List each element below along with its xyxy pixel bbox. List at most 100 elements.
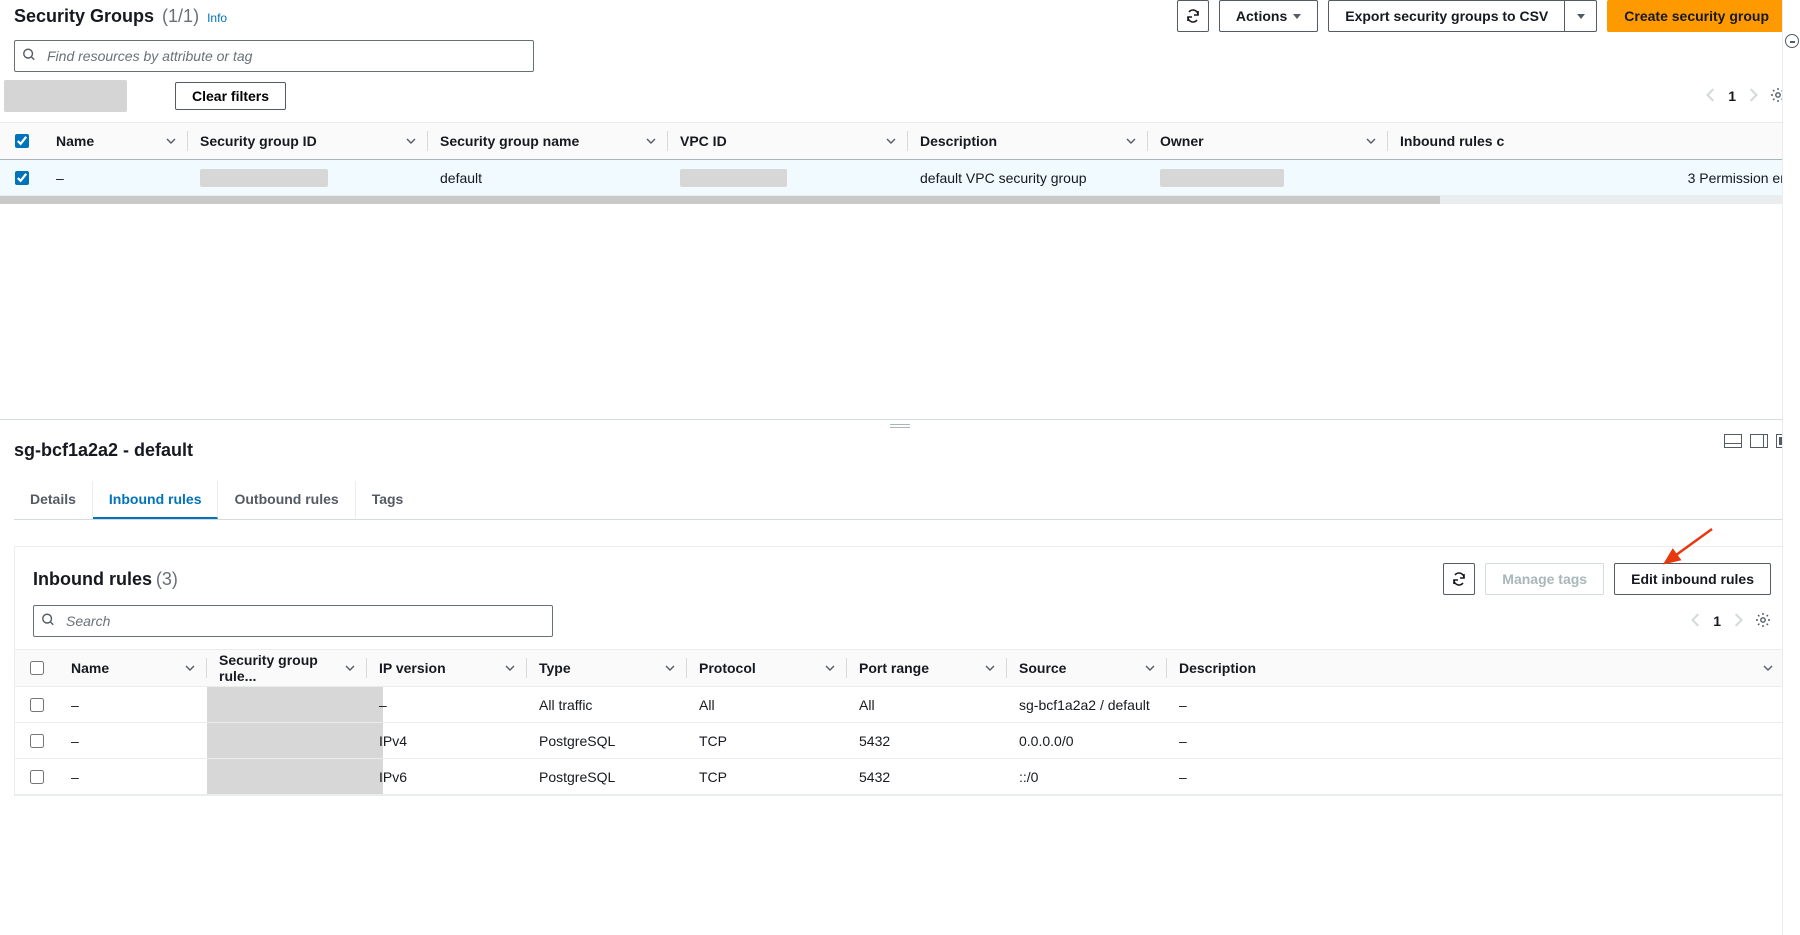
chevron-left-icon — [1706, 88, 1716, 102]
redacted-value — [680, 169, 787, 187]
export-button[interactable]: Export security groups to CSV — [1328, 0, 1565, 32]
rule-protocol: TCP — [687, 759, 847, 794]
rcol-rule-id[interactable]: Security group rule... — [207, 650, 367, 686]
tab-outbound-rules[interactable]: Outbound rules — [218, 481, 355, 519]
clear-filters-button[interactable]: Clear filters — [175, 82, 286, 110]
page-count: (1/1) — [162, 6, 199, 27]
page-title: Security Groups — [14, 6, 154, 27]
select-all-checkbox[interactable] — [15, 134, 29, 148]
layout-bottom-icon[interactable] — [1724, 434, 1742, 448]
create-security-group-button[interactable]: Create security group — [1607, 0, 1786, 32]
rules-table-body: ––All trafficAllAllsg-bcf1a2a2 / default… — [15, 687, 1785, 795]
redacted-value — [1160, 169, 1284, 187]
col-inbound-count[interactable]: Inbound rules c — [1388, 123, 1800, 159]
rule-description: – — [1167, 687, 1785, 722]
select-all-cell — [0, 123, 44, 159]
col-sg-id[interactable]: Security group ID — [188, 123, 428, 159]
scroll-thumb[interactable] — [0, 196, 1440, 204]
rules-next-page[interactable] — [1733, 613, 1743, 630]
rcol-ip-version[interactable]: IP version — [367, 650, 527, 686]
rules-search-box — [33, 605, 553, 637]
rules-page-number: 1 — [1713, 613, 1721, 629]
rcol-protocol[interactable]: Protocol — [687, 650, 847, 686]
rules-title-group: Inbound rules (3) — [33, 569, 178, 590]
horizontal-scrollbar[interactable] — [0, 196, 1800, 204]
manage-tags-button[interactable]: Manage tags — [1485, 563, 1604, 595]
tab-inbound-rules[interactable]: Inbound rules — [93, 481, 219, 519]
sort-icon — [825, 660, 835, 676]
applied-filter-chip[interactable] — [4, 80, 127, 112]
rule-port-range: All — [847, 687, 1007, 722]
edit-inbound-rules-button[interactable]: Edit inbound rules — [1614, 563, 1771, 595]
rule-row-checkbox[interactable] — [30, 698, 44, 712]
sg-title-group: Security Groups (1/1) Info — [14, 6, 227, 27]
info-link[interactable]: Info — [207, 11, 227, 25]
rule-row-checkbox[interactable] — [30, 770, 44, 784]
sort-icon — [345, 660, 355, 676]
next-page[interactable] — [1748, 88, 1758, 105]
rules-table-row[interactable]: ––All trafficAllAllsg-bcf1a2a2 / default… — [15, 687, 1785, 723]
sort-icon — [886, 133, 896, 149]
rcol-port-range[interactable]: Port range — [847, 650, 1007, 686]
sort-icon — [1763, 660, 1773, 676]
detail-tabs: Details Inbound rules Outbound rules Tag… — [14, 481, 1786, 520]
rules-title: Inbound rules — [33, 569, 152, 589]
rules-search-input[interactable] — [33, 605, 553, 637]
rules-select-all[interactable] — [30, 661, 44, 675]
rcol-description[interactable]: Description — [1167, 650, 1785, 686]
sort-icon — [406, 133, 416, 149]
rule-name: – — [59, 759, 207, 794]
col-owner[interactable]: Owner — [1148, 123, 1388, 159]
search-icon — [22, 48, 36, 65]
prev-page[interactable] — [1706, 88, 1716, 105]
col-name[interactable]: Name — [44, 123, 188, 159]
rule-protocol: TCP — [687, 723, 847, 758]
refresh-button[interactable] — [1177, 0, 1209, 32]
redacted-value — [207, 687, 383, 722]
rcol-source[interactable]: Source — [1007, 650, 1167, 686]
rule-ip-version: IPv6 — [367, 759, 527, 794]
row-name: – — [44, 160, 188, 195]
rule-description: – — [1167, 723, 1785, 758]
rules-table-settings[interactable] — [1755, 612, 1771, 631]
right-help-panel-collapsed[interactable] — [1782, 0, 1800, 935]
rule-source: sg-bcf1a2a2 / default — [1007, 687, 1167, 722]
rule-source: ::/0 — [1007, 759, 1167, 794]
app-root: Security Groups (1/1) Info Actions Expor… — [0, 0, 1800, 935]
rules-refresh-button[interactable] — [1443, 563, 1475, 595]
rule-protocol: All — [687, 687, 847, 722]
rule-row-checkbox[interactable] — [30, 734, 44, 748]
layout-side-icon[interactable] — [1750, 434, 1768, 448]
rules-table-row[interactable]: –IPv6PostgreSQLTCP5432::/0– — [15, 759, 1785, 795]
security-groups-pane: Security Groups (1/1) Info Actions Expor… — [0, 0, 1800, 420]
tab-tags[interactable]: Tags — [356, 481, 420, 519]
export-dropdown[interactable] — [1565, 0, 1597, 32]
rcol-name[interactable]: Name — [59, 650, 207, 686]
rules-table-row[interactable]: –IPv4PostgreSQLTCP54320.0.0.0/0– — [15, 723, 1785, 759]
rules-prev-page[interactable] — [1691, 613, 1701, 630]
col-description[interactable]: Description — [908, 123, 1148, 159]
sg-table-row[interactable]: – default default VPC security group 3 P… — [0, 160, 1800, 196]
rule-type: PostgreSQL — [527, 759, 687, 794]
sg-search-box — [14, 40, 534, 72]
row-checkbox[interactable] — [15, 171, 29, 185]
rules-actions: Manage tags Edit inbound rules — [1443, 563, 1771, 595]
actions-dropdown[interactable]: Actions — [1219, 0, 1318, 32]
rules-search-row: 1 — [15, 605, 1785, 649]
row-description: default VPC security group — [908, 160, 1148, 195]
rule-id — [207, 759, 367, 794]
export-group: Export security groups to CSV — [1328, 0, 1597, 32]
search-icon — [41, 613, 55, 630]
annotation-arrow — [1657, 527, 1717, 567]
rule-port-range: 5432 — [847, 759, 1007, 794]
detail-title: sg-bcf1a2a2 - default — [14, 440, 193, 461]
sg-search-input[interactable] — [14, 40, 534, 72]
col-sg-name[interactable]: Security group name — [428, 123, 668, 159]
rules-count: (3) — [156, 569, 178, 589]
sg-header: Security Groups (1/1) Info Actions Expor… — [0, 0, 1800, 38]
sg-header-actions: Actions Export security groups to CSV Cr… — [1177, 0, 1786, 32]
rcol-type[interactable]: Type — [527, 650, 687, 686]
pane-resize-handle[interactable] — [0, 420, 1800, 432]
tab-details[interactable]: Details — [14, 481, 93, 519]
col-vpc-id[interactable]: VPC ID — [668, 123, 908, 159]
